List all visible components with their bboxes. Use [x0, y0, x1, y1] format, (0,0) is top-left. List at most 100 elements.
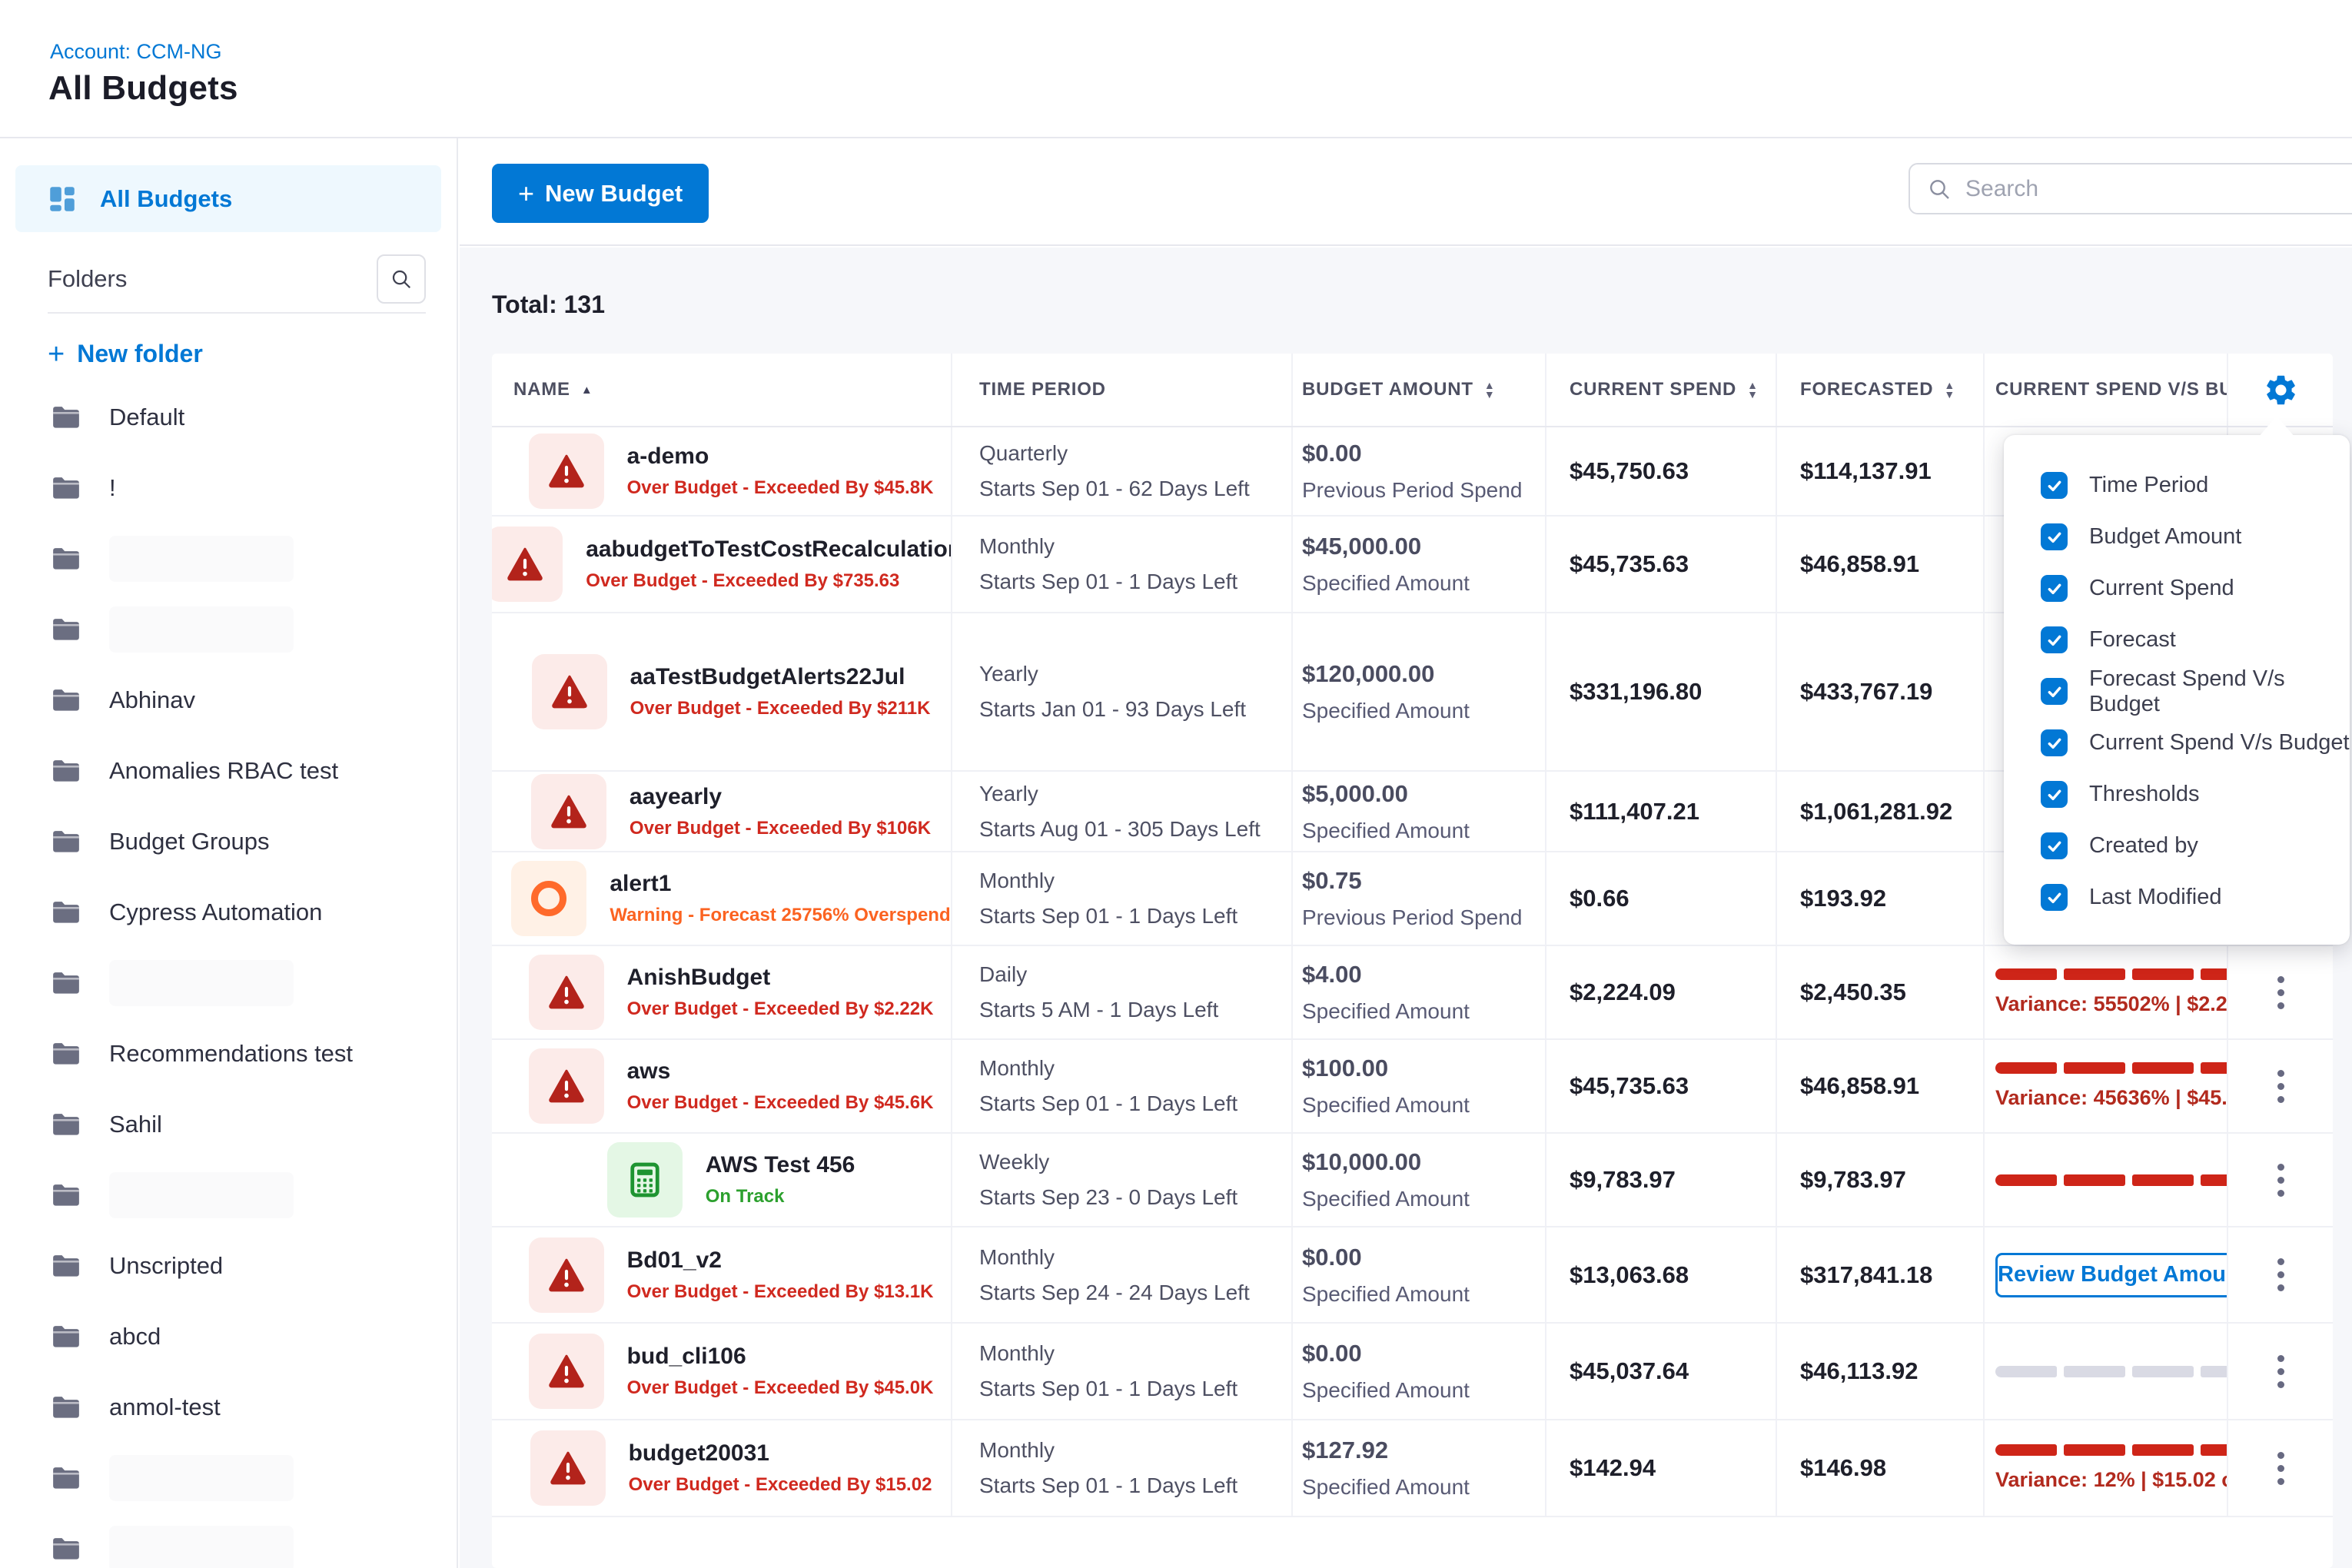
budget-status-label: Over Budget - Exceeded By $15.02 — [629, 1474, 932, 1496]
column-toggle-forecast[interactable]: Forecast — [2041, 614, 2350, 666]
folder-item-redacted[interactable] — [0, 1513, 457, 1568]
sidebar-item-folder-sahil[interactable]: Sahil — [0, 1089, 457, 1160]
budget-name[interactable]: bud_cli106 — [627, 1344, 934, 1370]
spend-vs-budget-cell: Variance: 55502% | $2.22K over — [1983, 946, 2227, 1038]
budget-name[interactable]: Bd01_v2 — [627, 1247, 934, 1274]
folder-item-redacted[interactable] — [0, 594, 457, 665]
budget-status-label: Over Budget - Exceeded By $45.8K — [627, 477, 934, 499]
search-icon — [390, 267, 413, 291]
budget-amount-basis: Specified Amount — [1302, 1282, 1545, 1307]
folder-item-redacted[interactable] — [0, 1160, 457, 1231]
redacted-folder-name — [109, 1172, 294, 1218]
sidebar-item-folder-anmol-test[interactable]: anmol-test — [0, 1372, 457, 1443]
column-toggle-time-period[interactable]: Time Period — [2041, 460, 2350, 511]
spend-vs-budget-bar — [1995, 1366, 2227, 1377]
budget-amount-value: $120,000.00 — [1302, 660, 1545, 688]
column-settings-gear-button[interactable] — [2263, 372, 2299, 408]
row-actions-kebab-menu[interactable] — [2270, 1156, 2292, 1204]
column-toggle-current-spend-v-s-budget[interactable]: Current Spend V/s Budget — [2041, 717, 2350, 769]
budget-row-bd01-v2[interactable]: Bd01_v2 Over Budget - Exceeded By $13.1K… — [492, 1227, 2333, 1324]
sidebar-item-folder-abcd[interactable]: abcd — [0, 1301, 457, 1372]
variance-label: Variance: 55502% | $2.22K over — [1995, 992, 2227, 1016]
sidebar: All Budgets Folders + New folder Default… — [0, 138, 458, 1568]
current-spend-value: $331,196.80 — [1570, 678, 1776, 706]
column-header-budget-amount[interactable]: BUDGET AMOUNT▲▼ — [1291, 354, 1545, 426]
search-input[interactable] — [1965, 176, 2304, 202]
row-actions-kebab-menu[interactable] — [2270, 1062, 2292, 1111]
checkbox-checked-icon[interactable] — [2041, 678, 2068, 705]
sidebar-item-folder-anomalies-rbac-test[interactable]: Anomalies RBAC test — [0, 736, 457, 806]
budget-name[interactable]: budget20031 — [629, 1440, 932, 1467]
new-budget-button[interactable]: + New Budget — [492, 164, 709, 223]
budget-name[interactable]: aayearly — [630, 784, 931, 810]
budget-name[interactable]: AnishBudget — [627, 965, 934, 991]
time-period-type: Monthly — [979, 1341, 1291, 1366]
budget-name[interactable]: AWS Test 456 — [706, 1152, 855, 1178]
column-toggle-budget-amount[interactable]: Budget Amount — [2041, 511, 2350, 563]
sidebar-item-folder-abhinav[interactable]: Abhinav — [0, 665, 457, 736]
checkbox-checked-icon[interactable] — [2041, 781, 2068, 808]
sidebar-item-folder-cypress-automation[interactable]: Cypress Automation — [0, 877, 457, 948]
checkbox-checked-icon[interactable] — [2041, 626, 2068, 653]
budget-name[interactable]: aabudgetToTestCostRecalculation2 — [586, 537, 951, 563]
sidebar-item-folder-recommendations-test[interactable]: Recommendations test — [0, 1018, 457, 1089]
budget-row-aws[interactable]: aws Over Budget - Exceeded By $45.6K Mon… — [492, 1040, 2333, 1134]
column-header-forecasted[interactable]: FORECASTED ▲▼ — [1776, 354, 1983, 426]
column-toggle-thresholds[interactable]: Thresholds — [2041, 769, 2350, 820]
sort-icon: ▲▼ — [1944, 380, 1955, 399]
checkbox-checked-icon[interactable] — [2041, 523, 2068, 550]
checkbox-checked-icon[interactable] — [2041, 884, 2068, 911]
sort-icon: ▲▼ — [1484, 380, 1496, 399]
checkbox-checked-icon[interactable] — [2041, 729, 2068, 756]
budget-name[interactable]: aws — [627, 1058, 934, 1085]
row-actions-kebab-menu[interactable] — [2270, 1444, 2292, 1493]
row-actions-kebab-menu[interactable] — [2270, 968, 2292, 1017]
folder-item-redacted[interactable] — [0, 523, 457, 594]
account-breadcrumb-link[interactable]: Account: CCM-NG — [50, 40, 222, 64]
budget-amount-value: $4.00 — [1302, 961, 1545, 988]
sidebar-item-folder-unscripted[interactable]: Unscripted — [0, 1231, 457, 1301]
column-header-label: FORECASTED — [1800, 379, 1933, 400]
forecasted-value: $146.98 — [1800, 1454, 1983, 1482]
folder-item-redacted[interactable] — [0, 1443, 457, 1513]
new-folder-button[interactable]: + New folder — [48, 340, 457, 368]
checkbox-checked-icon[interactable] — [2041, 832, 2068, 859]
folder-search-button[interactable] — [377, 254, 426, 304]
column-header-current-spend-v-s-budget[interactable]: CURRENT SPEND V/S BUDGET — [1983, 354, 2227, 426]
table-header-row: NAME▲TIME PERIODBUDGET AMOUNT▲▼CURRENT S… — [492, 354, 2333, 427]
over-budget-alert-icon — [532, 654, 607, 729]
column-toggle-forecast-spend-v-s-budget[interactable]: Forecast Spend V/s Budget — [2041, 666, 2350, 717]
sidebar-item-folder--[interactable]: ! — [0, 453, 457, 523]
checkbox-checked-icon[interactable] — [2041, 575, 2068, 602]
column-toggle-created-by[interactable]: Created by — [2041, 820, 2350, 872]
forecasted-value: $9,783.97 — [1800, 1166, 1983, 1194]
review-budget-amount-button[interactable]: Review Budget Amount — [1995, 1253, 2227, 1297]
budget-row-budget20031[interactable]: budget20031 Over Budget - Exceeded By $1… — [492, 1420, 2333, 1517]
column-toggle-current-spend[interactable]: Current Spend — [2041, 563, 2350, 614]
time-period-detail: Starts Sep 01 - 1 Days Left — [979, 1377, 1291, 1401]
time-period-detail: Starts Aug 01 - 305 Days Left — [979, 817, 1291, 842]
budget-row-anishbudget[interactable]: AnishBudget Over Budget - Exceeded By $2… — [492, 946, 2333, 1040]
sort-icon: ▲▼ — [1747, 380, 1759, 399]
column-header-name[interactable]: NAME▲ — [492, 354, 951, 426]
redacted-folder-name — [109, 1526, 294, 1568]
folder-name: ! — [109, 474, 116, 502]
column-header-time-period[interactable]: TIME PERIOD — [951, 354, 1291, 426]
sidebar-item-all-budgets[interactable]: All Budgets — [15, 165, 441, 232]
row-actions-kebab-menu[interactable] — [2270, 1251, 2292, 1299]
forecasted-value: $433,767.19 — [1800, 678, 1983, 706]
checkbox-checked-icon[interactable] — [2041, 472, 2068, 499]
column-header-current-spend[interactable]: CURRENT SPEND▲▼ — [1545, 354, 1776, 426]
budget-name[interactable]: aaTestBudgetAlerts22Jul — [630, 664, 931, 690]
row-actions-kebab-menu[interactable] — [2270, 1347, 2292, 1396]
column-header-label: CURRENT SPEND V/S BUDGET — [1995, 379, 2227, 400]
budget-name[interactable]: alert1 — [610, 871, 950, 897]
sidebar-item-folder-default[interactable]: Default — [0, 382, 457, 453]
budget-name[interactable]: a-demo — [627, 443, 934, 470]
sidebar-item-folder-budget-groups[interactable]: Budget Groups — [0, 806, 457, 877]
budget-row-bud-cli106[interactable]: bud_cli106 Over Budget - Exceeded By $45… — [492, 1324, 2333, 1420]
budget-row-aws-test-456[interactable]: AWS Test 456 On Track Weekly Starts Sep … — [492, 1134, 2333, 1227]
folder-item-redacted[interactable] — [0, 948, 457, 1018]
folder-icon — [48, 825, 85, 859]
column-toggle-last-modified[interactable]: Last Modified — [2041, 872, 2350, 923]
